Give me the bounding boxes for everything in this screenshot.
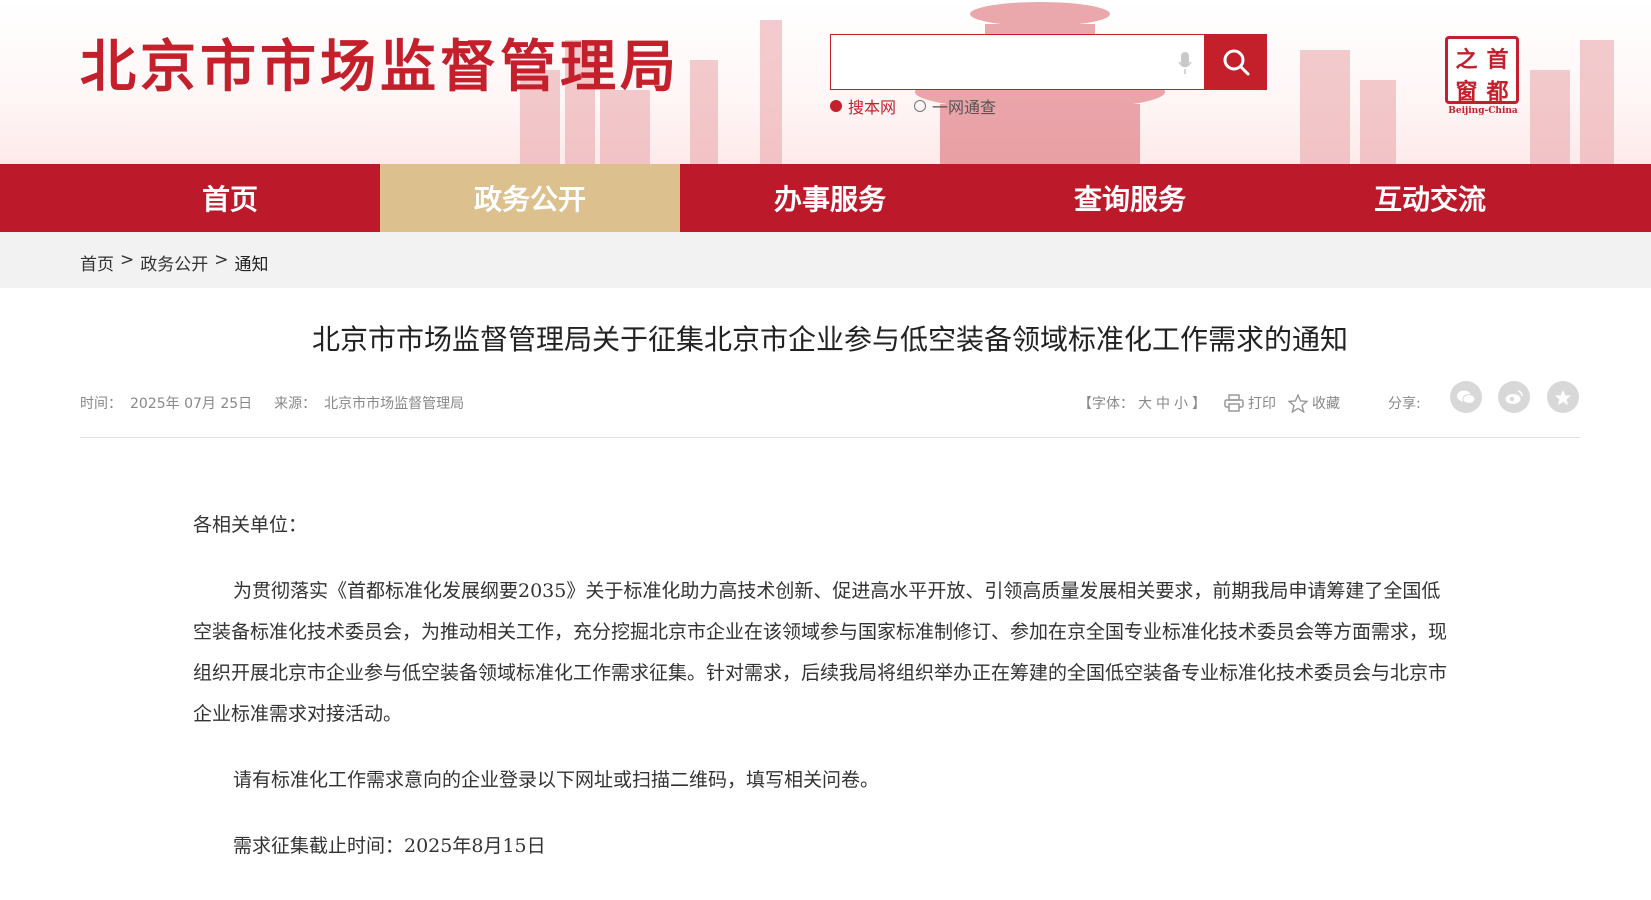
print-label: 打印 bbox=[1248, 396, 1276, 412]
print-icon bbox=[1224, 394, 1244, 412]
breadcrumb-current[interactable]: 通知 bbox=[235, 250, 269, 275]
favorite-button[interactable]: 收藏 bbox=[1288, 393, 1340, 413]
font-size-medium[interactable]: 中 bbox=[1156, 393, 1170, 413]
share-label: 分享: bbox=[1388, 396, 1421, 412]
nav-item-services[interactable]: 办事服务 bbox=[680, 164, 980, 232]
favorite-share-icon bbox=[1554, 389, 1572, 405]
body-paragraph: 为贯彻落实《首都标准化发展纲要2035》关于标准化助力高技术创新、促进高水平开放… bbox=[193, 580, 1448, 725]
weibo-icon bbox=[1505, 390, 1523, 404]
search-box bbox=[830, 34, 1205, 90]
search-scope-site[interactable]: 搜本网 bbox=[830, 94, 896, 118]
nav-item-query[interactable]: 查询服务 bbox=[980, 164, 1280, 232]
seal-char: 窗 bbox=[1455, 79, 1478, 105]
site-title[interactable]: 北京市市场监督管理局 bbox=[80, 22, 680, 103]
article-meta: 时间： 2025年 07月 25日 来源： 北京市市场监督管理局 bbox=[80, 393, 464, 413]
font-size-label: 【字体： bbox=[1078, 396, 1134, 412]
search-scope: 搜本网 一网通查 bbox=[830, 94, 996, 118]
nav-item-home[interactable]: 首页 bbox=[80, 164, 380, 232]
radio-selected-icon bbox=[830, 100, 842, 112]
main-nav: 首页 政务公开 办事服务 查询服务 互动交流 bbox=[0, 164, 1651, 232]
print-button[interactable]: 打印 bbox=[1224, 393, 1276, 413]
mic-icon[interactable] bbox=[1178, 51, 1192, 75]
source-label: 来源： bbox=[274, 396, 317, 412]
breadcrumb-home[interactable]: 首页 bbox=[80, 250, 114, 275]
body-paragraph: 请有标准化工作需求意向的企业登录以下网址或扫描二维码，填写相关问卷。 bbox=[233, 769, 880, 791]
search-scope-site-label: 搜本网 bbox=[848, 98, 897, 117]
share-favorite-button[interactable] bbox=[1547, 381, 1579, 413]
article-body: 各相关单位： 为贯彻落实《首都标准化发展纲要2035》关于标准化助力高技术创新、… bbox=[193, 505, 1453, 892]
search-scope-all-label: 一网通查 bbox=[932, 98, 997, 117]
salutation: 各相关单位： bbox=[193, 514, 308, 536]
breadcrumb-bar: 首页 > 政务公开 > 通知 bbox=[0, 232, 1651, 288]
article-tools: 【字体： 大 中 小 】 打印 收藏 bbox=[1078, 393, 1340, 413]
seal-char: 首 bbox=[1486, 47, 1509, 73]
nav-item-interaction[interactable]: 互动交流 bbox=[1280, 164, 1580, 232]
breadcrumb: 首页 > 政务公开 > 通知 bbox=[80, 250, 269, 275]
body-paragraph: 需求征集截止时间：2025年8月15日 bbox=[233, 835, 546, 857]
font-size-label-close: 】 bbox=[1192, 396, 1206, 412]
site-header: 北京市市场监督管理局 搜本网 一网通查 之 首 窗 都 Beijing-Chin… bbox=[0, 0, 1651, 164]
breadcrumb-separator: > bbox=[120, 250, 135, 270]
favorite-label: 收藏 bbox=[1312, 396, 1340, 412]
share-weibo-button[interactable] bbox=[1498, 381, 1530, 413]
star-icon bbox=[1288, 393, 1308, 413]
radio-unselected-icon bbox=[914, 100, 927, 112]
search-input[interactable] bbox=[831, 35, 1161, 89]
seal-char: 之 bbox=[1455, 47, 1478, 73]
nav-item-government-affairs[interactable]: 政务公开 bbox=[380, 164, 680, 232]
meta-divider bbox=[80, 437, 1580, 438]
capital-window-logo[interactable]: 之 首 窗 都 Beijing-China bbox=[1445, 36, 1521, 122]
time-label: 时间： bbox=[80, 396, 122, 412]
seal-char: 都 bbox=[1486, 79, 1509, 105]
capital-seal: 之 首 窗 都 bbox=[1445, 36, 1519, 105]
search-button[interactable] bbox=[1205, 34, 1267, 90]
article-title: 北京市市场监督管理局关于征集北京市企业参与低空装备领域标准化工作需求的通知 bbox=[311, 323, 1348, 356]
search-scope-all[interactable]: 一网通查 bbox=[914, 94, 996, 118]
share-wechat-button[interactable] bbox=[1450, 381, 1482, 413]
source-value: 北京市市场监督管理局 bbox=[324, 396, 465, 412]
search-icon bbox=[1223, 49, 1250, 76]
publish-date: 2025年 07月 25日 bbox=[130, 396, 253, 412]
breadcrumb-section[interactable]: 政务公开 bbox=[140, 250, 208, 275]
wechat-icon bbox=[1457, 390, 1476, 404]
breadcrumb-separator: > bbox=[214, 250, 229, 270]
font-size-small[interactable]: 小 bbox=[1174, 393, 1188, 413]
font-size-large[interactable]: 大 bbox=[1138, 393, 1152, 413]
capital-logo-subtitle: Beijing-China bbox=[1448, 106, 1518, 116]
